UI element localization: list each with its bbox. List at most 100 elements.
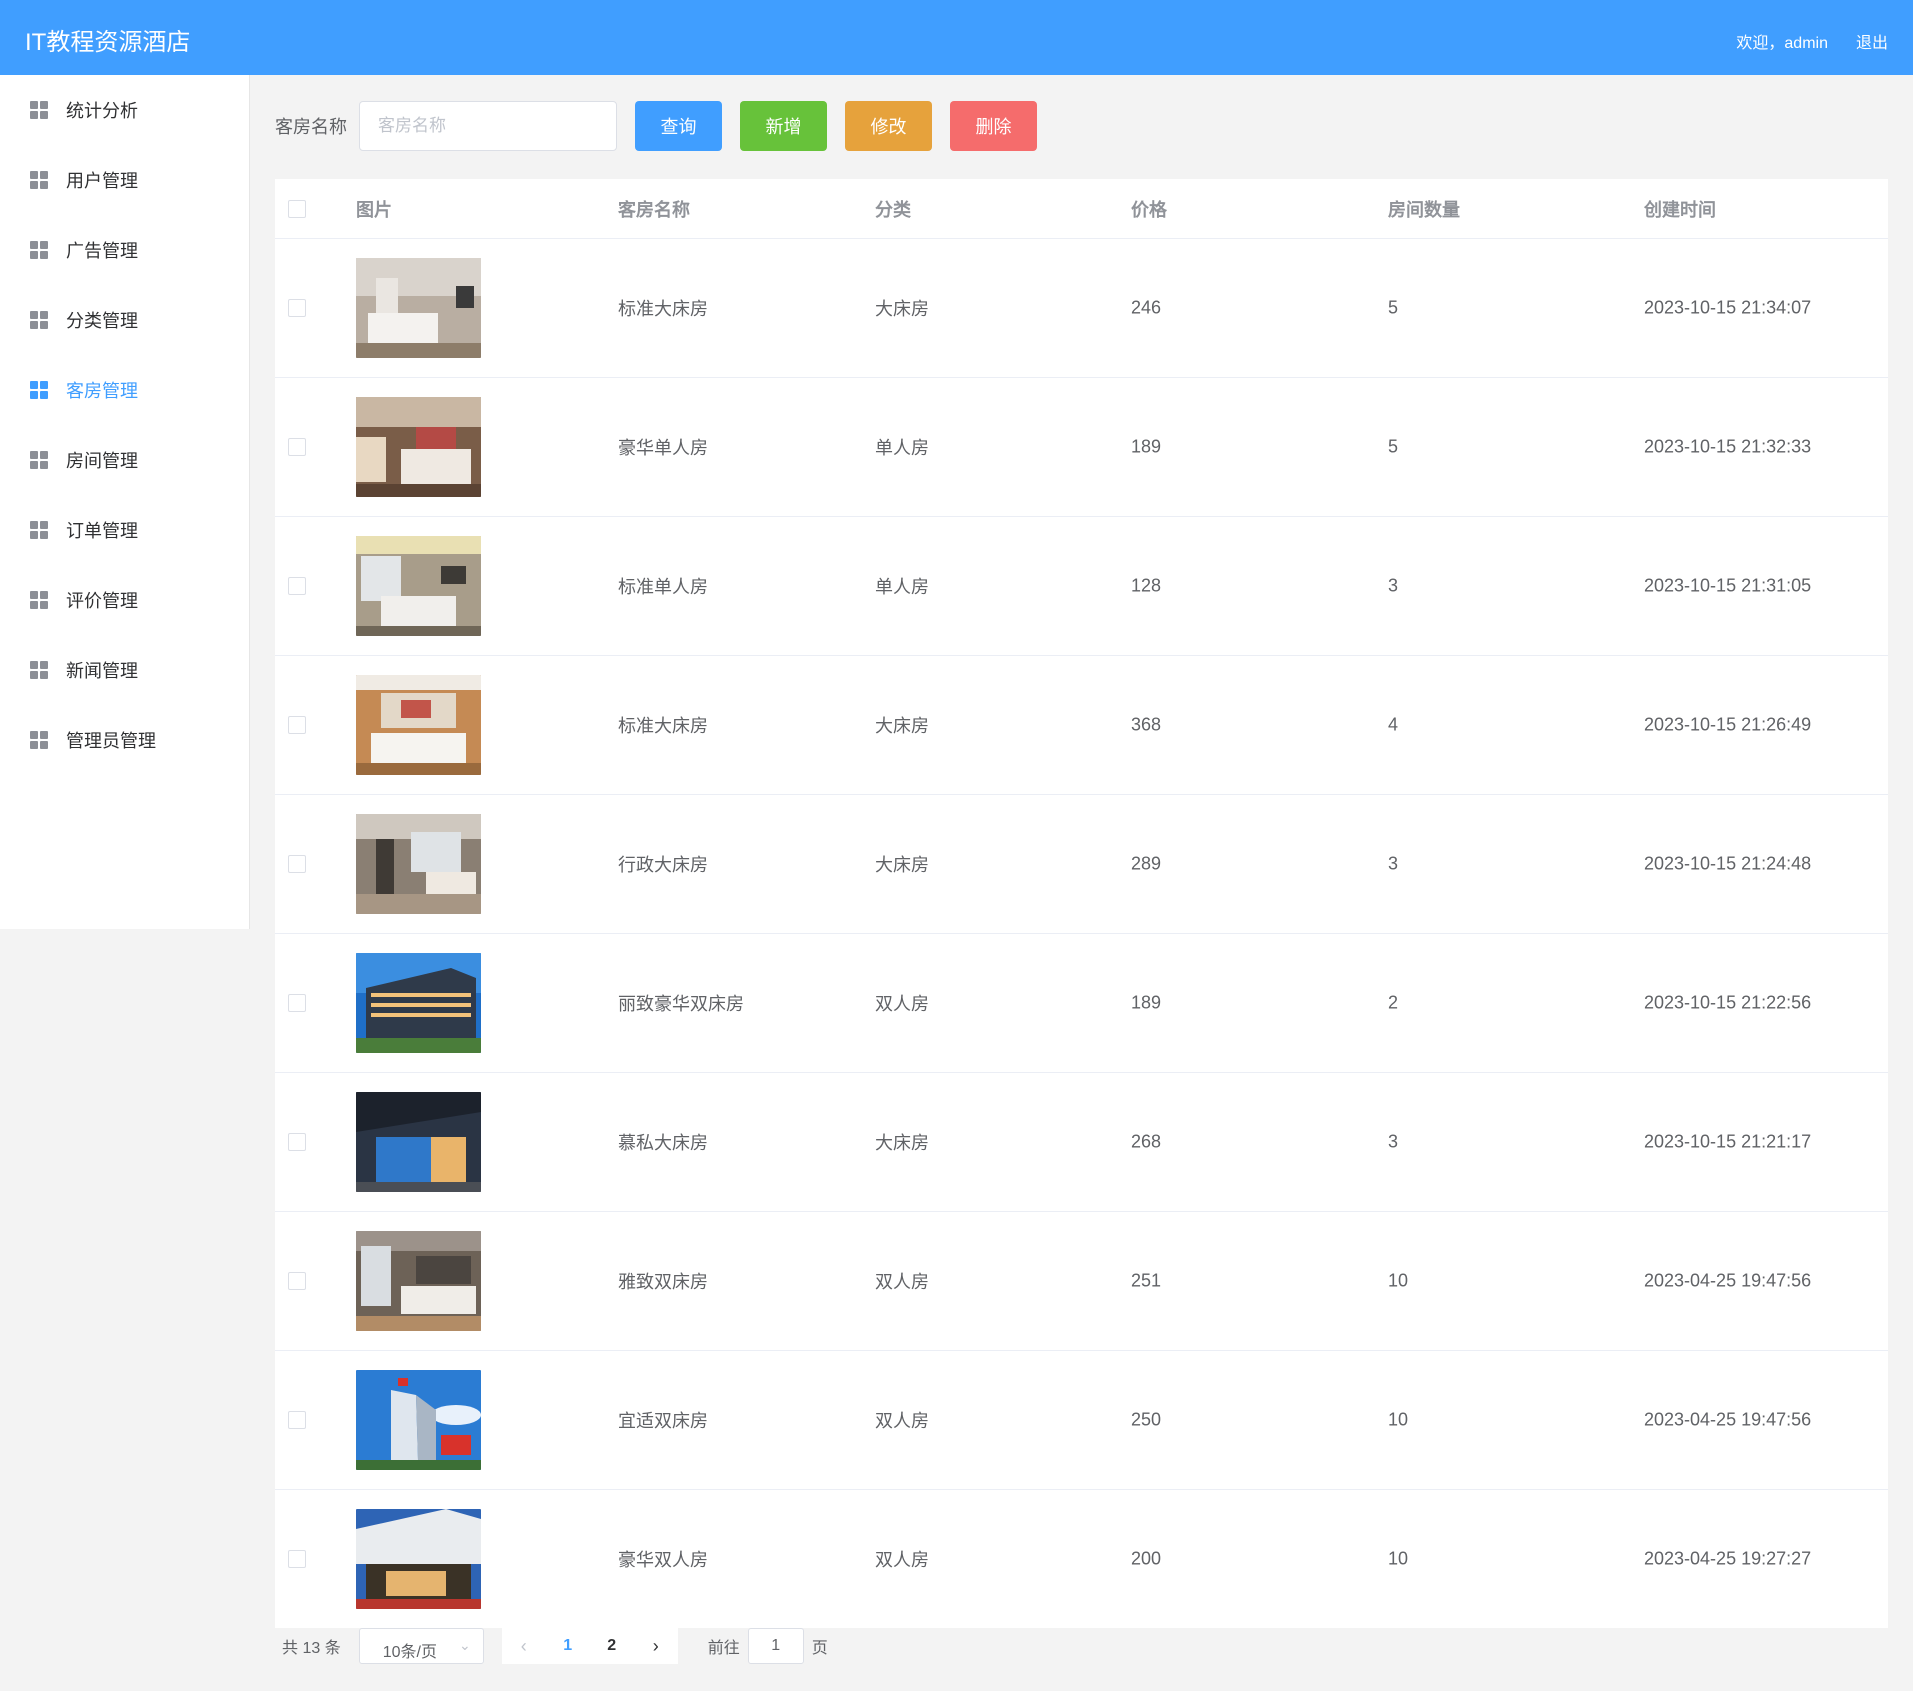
room-name: 行政大床房 <box>618 855 708 875</box>
room-count: 5 <box>1388 297 1399 318</box>
row-checkbox[interactable] <box>288 1550 306 1568</box>
page-button-1[interactable]: 1 <box>546 1628 590 1664</box>
sidebar-item-label: 客房管理 <box>66 381 138 401</box>
row-checkbox[interactable] <box>288 299 306 317</box>
sidebar-item-statistics[interactable]: 统计分析 <box>0 75 249 145</box>
sidebar-item-label: 评价管理 <box>66 591 138 611</box>
table-row[interactable]: 标准大床房 大床房 246 5 2023-10-15 21:34:07 <box>275 239 1888 378</box>
add-button[interactable]: 新增 <box>740 101 827 151</box>
sidebar-item-reviews[interactable]: 评价管理 <box>0 565 249 635</box>
room-price: 128 <box>1131 575 1162 596</box>
sidebar-item-categories[interactable]: 分类管理 <box>0 285 249 355</box>
table-row[interactable]: 慕私大床房 大床房 268 3 2023-10-15 21:21:17 <box>275 1073 1888 1212</box>
room-image <box>356 953 481 1053</box>
sidebar-item-rooms[interactable]: 房间管理 <box>0 425 249 495</box>
room-image <box>356 814 481 914</box>
sidebar-item-label: 用户管理 <box>66 171 138 191</box>
room-name: 宜适双床房 <box>618 1411 708 1431</box>
sidebar-item-admins[interactable]: 管理员管理 <box>0 705 249 775</box>
search-label: 客房名称 <box>275 117 347 137</box>
table-row[interactable]: 标准单人房 单人房 128 3 2023-10-15 21:31:05 <box>275 517 1888 656</box>
room-name: 慕私大床房 <box>618 1133 708 1153</box>
created-time: 2023-04-25 19:47:56 <box>1644 1409 1812 1430</box>
grid-icon <box>30 171 48 189</box>
room-category: 单人房 <box>875 438 929 458</box>
created-time: 2023-10-15 21:24:48 <box>1644 853 1812 874</box>
table-row[interactable]: 豪华单人房 单人房 189 5 2023-10-15 21:32:33 <box>275 378 1888 517</box>
room-image <box>356 675 481 775</box>
page-size-select[interactable]: 10条/页 ⌄ <box>358 1628 484 1664</box>
grid-icon <box>30 101 48 119</box>
room-count: 3 <box>1388 575 1399 596</box>
created-time: 2023-10-15 21:21:17 <box>1644 1131 1812 1152</box>
room-price: 268 <box>1131 1131 1162 1152</box>
next-page-button[interactable]: › <box>634 1628 678 1664</box>
sidebar: 统计分析 用户管理 广告管理 分类管理 客房管理 房间管理 订单管理 评价管理 … <box>0 75 250 929</box>
row-checkbox[interactable] <box>288 1411 306 1429</box>
room-name: 标准单人房 <box>618 577 708 597</box>
prev-page-button[interactable]: ‹ <box>502 1628 546 1664</box>
room-name-search-input[interactable] <box>359 101 617 151</box>
select-all-checkbox[interactable] <box>288 199 306 218</box>
room-count: 4 <box>1388 714 1399 735</box>
created-time: 2023-10-15 21:34:07 <box>1644 297 1812 318</box>
search-toolbar: 客房名称 查询 新增 修改 删除 <box>275 101 1037 151</box>
pager-buttons: ‹ 1 2 › <box>501 1628 678 1664</box>
room-name: 标准大床房 <box>618 716 708 736</box>
page-button-2[interactable]: 2 <box>590 1628 634 1664</box>
column-header-created: 创建时间 <box>1644 199 1716 220</box>
sidebar-item-orders[interactable]: 订单管理 <box>0 495 249 565</box>
room-price: 189 <box>1131 992 1162 1013</box>
row-checkbox[interactable] <box>288 577 306 595</box>
app-title: IT教程资源酒店 <box>25 29 191 56</box>
created-time: 2023-10-15 21:26:49 <box>1644 714 1812 735</box>
row-checkbox[interactable] <box>288 1133 306 1151</box>
room-image <box>356 1231 481 1331</box>
room-image <box>356 536 481 636</box>
goto-label: 前往 <box>707 1640 740 1657</box>
room-count: 5 <box>1388 436 1399 457</box>
table-row[interactable]: 雅致双床房 双人房 251 10 2023-04-25 19:47:56 <box>275 1212 1888 1351</box>
grid-icon <box>30 381 48 399</box>
table-row[interactable]: 标准大床房 大床房 368 4 2023-10-15 21:26:49 <box>275 656 1888 795</box>
delete-button[interactable]: 删除 <box>950 101 1037 151</box>
room-price: 251 <box>1131 1270 1162 1291</box>
sidebar-item-label: 广告管理 <box>66 241 138 261</box>
table-row[interactable]: 丽致豪华双床房 双人房 189 2 2023-10-15 21:22:56 <box>275 934 1888 1073</box>
column-header-category: 分类 <box>875 199 911 220</box>
sidebar-item-label: 新闻管理 <box>66 661 138 681</box>
room-count: 10 <box>1388 1548 1409 1569</box>
welcome-text: 欢迎，admin <box>1736 35 1828 52</box>
row-checkbox[interactable] <box>288 438 306 456</box>
table-row[interactable]: 行政大床房 大床房 289 3 2023-10-15 21:24:48 <box>275 795 1888 934</box>
row-checkbox[interactable] <box>288 994 306 1012</box>
room-category: 大床房 <box>875 1133 929 1153</box>
room-image <box>356 1092 481 1192</box>
table-row[interactable]: 豪华双人房 双人房 200 10 2023-04-25 19:27:27 <box>275 1490 1888 1628</box>
goto-page-input[interactable] <box>747 1628 804 1664</box>
row-checkbox[interactable] <box>288 855 306 873</box>
created-time: 2023-10-15 21:22:56 <box>1644 992 1812 1013</box>
created-time: 2023-04-25 19:47:56 <box>1644 1270 1812 1291</box>
room-count: 3 <box>1388 853 1399 874</box>
edit-button[interactable]: 修改 <box>845 101 932 151</box>
room-price: 368 <box>1131 714 1162 735</box>
sidebar-item-ads[interactable]: 广告管理 <box>0 215 249 285</box>
room-name: 标准大床房 <box>618 299 708 319</box>
column-header-name: 客房名称 <box>618 199 690 220</box>
grid-icon <box>30 661 48 679</box>
table-row[interactable]: 宜适双床房 双人房 250 10 2023-04-25 19:47:56 <box>275 1351 1888 1490</box>
chevron-down-icon: ⌄ <box>458 1637 471 1653</box>
page-size-value: 10条/页 <box>382 1644 437 1661</box>
sidebar-item-label: 房间管理 <box>66 451 138 471</box>
room-count: 10 <box>1388 1270 1409 1291</box>
sidebar-item-users[interactable]: 用户管理 <box>0 145 249 215</box>
room-category: 大床房 <box>875 299 929 319</box>
sidebar-item-rooms-types[interactable]: 客房管理 <box>0 355 249 425</box>
room-category: 双人房 <box>875 994 929 1014</box>
query-button[interactable]: 查询 <box>635 101 722 151</box>
row-checkbox[interactable] <box>288 716 306 734</box>
logout-link[interactable]: 退出 <box>1856 29 1888 53</box>
sidebar-item-news[interactable]: 新闻管理 <box>0 635 249 705</box>
row-checkbox[interactable] <box>288 1272 306 1290</box>
